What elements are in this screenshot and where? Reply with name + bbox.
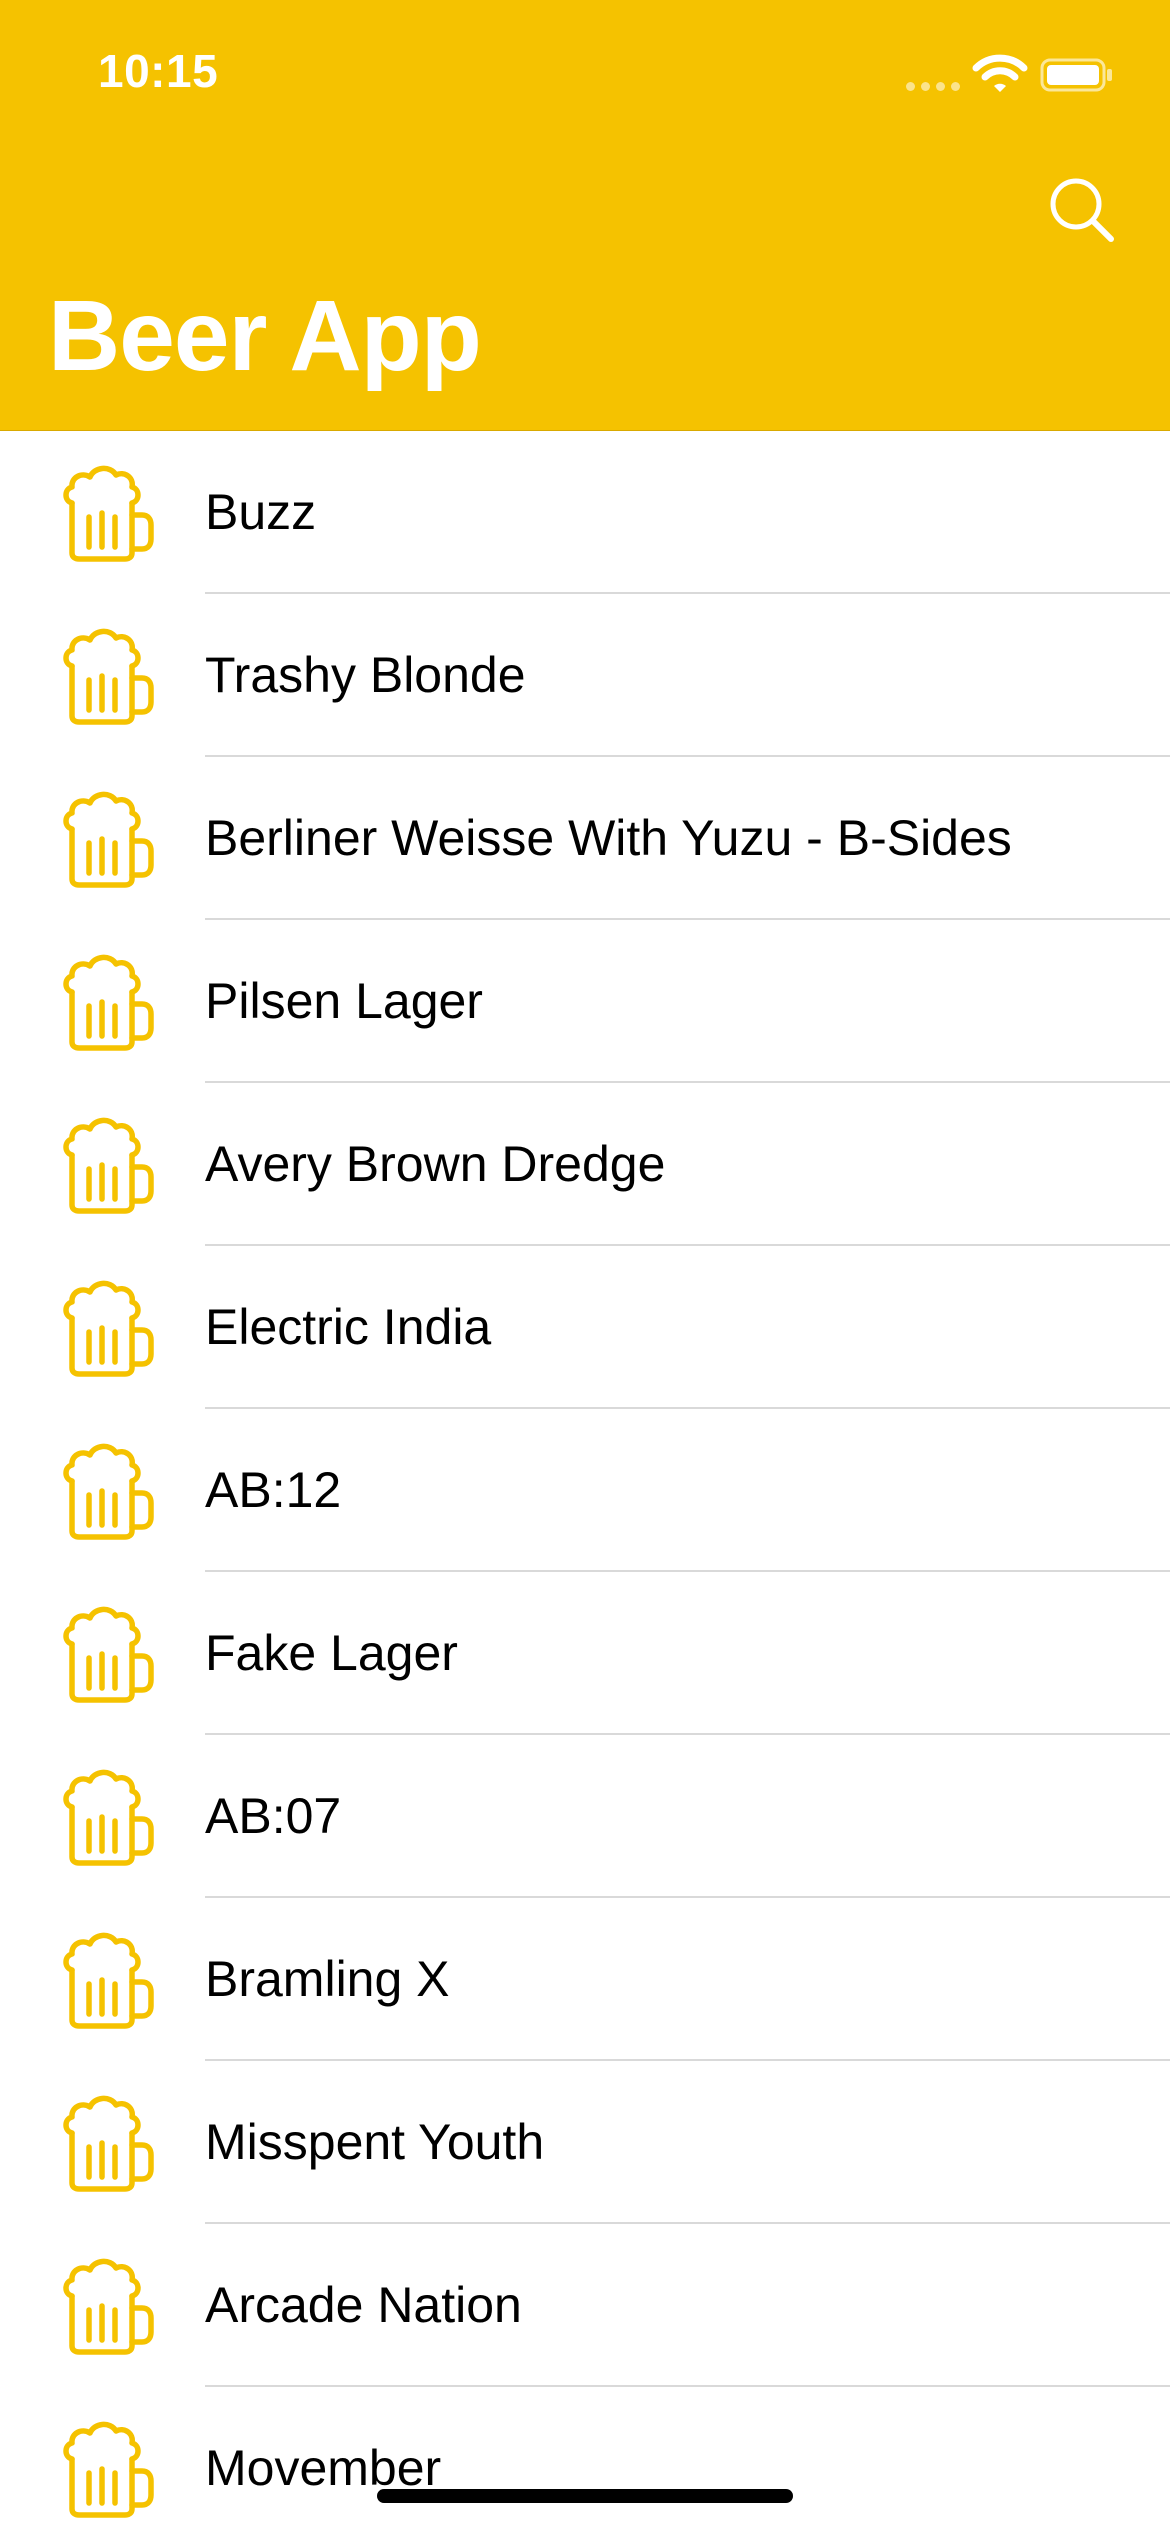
- beer-name: Berliner Weisse With Yuzu - B-Sides: [205, 810, 1012, 866]
- beer-name: AB:07: [205, 1788, 342, 1844]
- list-item-beer[interactable]: Arcade Nation: [0, 2224, 1170, 2387]
- list-item-beer[interactable]: Buzz: [0, 431, 1170, 594]
- list-item-beer[interactable]: Bramling X: [0, 1898, 1170, 2061]
- list-item-beer[interactable]: Fake Lager: [0, 1572, 1170, 1735]
- beer-name: Electric India: [205, 1299, 492, 1355]
- beer-name: Trashy Blonde: [205, 647, 526, 703]
- beer-list: Buzz Trashy Blonde Berliner Weisse With …: [0, 431, 1170, 2532]
- beer-mug-icon: [63, 628, 154, 725]
- beer-mug-icon: [63, 1443, 154, 1540]
- beer-mug-icon: [63, 1769, 154, 1866]
- beer-mug-icon: [63, 791, 154, 888]
- beer-mug-icon: [63, 1606, 154, 1703]
- beer-mug-icon: [63, 2095, 154, 2192]
- list-item-beer[interactable]: Avery Brown Dredge: [0, 1083, 1170, 1246]
- battery-icon: [1040, 58, 1112, 92]
- home-indicator[interactable]: [377, 2489, 793, 2503]
- beer-mug-icon: [63, 1117, 154, 1214]
- beer-mug-icon: [63, 465, 154, 562]
- list-item-beer[interactable]: Trashy Blonde: [0, 594, 1170, 757]
- search-button[interactable]: [1040, 168, 1124, 252]
- list-item-beer[interactable]: Misspent Youth: [0, 2061, 1170, 2224]
- page-title: Beer App: [48, 280, 482, 392]
- screen: 10:15 Beer App Buzz Trashy Blonde Berlin…: [0, 0, 1170, 2532]
- beer-name: Misspent Youth: [205, 2114, 545, 2170]
- beer-name: Fake Lager: [205, 1625, 458, 1681]
- list-item-beer[interactable]: Berliner Weisse With Yuzu - B-Sides: [0, 757, 1170, 920]
- beer-mug-icon: [63, 2258, 154, 2355]
- beer-mug-icon: [63, 954, 154, 1051]
- search-icon: [1050, 178, 1114, 242]
- beer-name: Pilsen Lager: [205, 973, 483, 1029]
- beer-mug-icon: [63, 2421, 154, 2518]
- list-item-beer[interactable]: Electric India: [0, 1246, 1170, 1409]
- list-item-beer[interactable]: AB:07: [0, 1735, 1170, 1898]
- wifi-icon: [972, 54, 1028, 92]
- beer-name: Arcade Nation: [205, 2277, 522, 2333]
- status-time: 10:15: [98, 45, 219, 97]
- list-item-beer[interactable]: Movember: [0, 2387, 1170, 2532]
- beer-name: Movember: [205, 2440, 442, 2496]
- navigation-header: 10:15 Beer App: [0, 0, 1170, 431]
- beer-name: Buzz: [205, 484, 317, 540]
- status-bar: 10:15: [0, 0, 1170, 140]
- beer-name: Avery Brown Dredge: [205, 1136, 666, 1192]
- list-item-beer[interactable]: Pilsen Lager: [0, 920, 1170, 1083]
- list-item-beer[interactable]: AB:12: [0, 1409, 1170, 1572]
- beer-name: Bramling X: [205, 1951, 450, 2007]
- cellular-signal-icon: [906, 82, 960, 91]
- beer-mug-icon: [63, 1280, 154, 1377]
- beer-name: AB:12: [205, 1462, 342, 1518]
- beer-mug-icon: [63, 1932, 154, 2029]
